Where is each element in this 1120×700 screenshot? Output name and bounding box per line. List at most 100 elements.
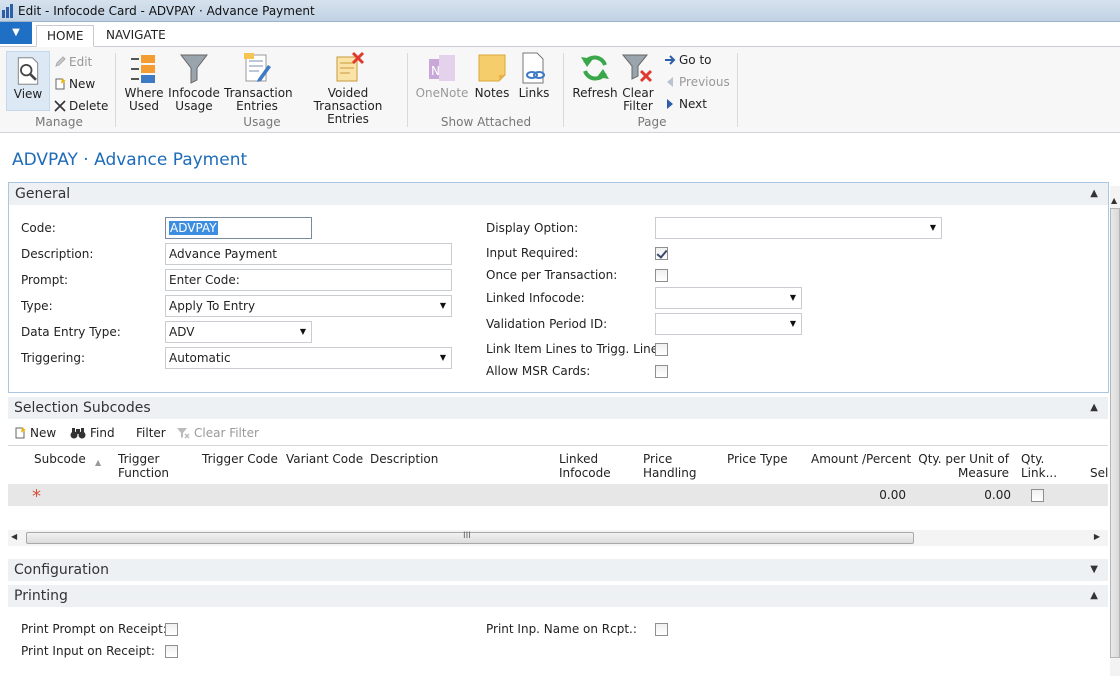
voided-label-1: Voided — [327, 86, 369, 100]
links-button[interactable]: Links — [514, 49, 554, 100]
dropdown-arrow-icon[interactable]: ▼ — [930, 218, 936, 238]
col-amount-percent[interactable]: Amount /Percent — [811, 452, 911, 466]
type-select[interactable]: Apply To Entry ▼ — [165, 295, 452, 317]
once-per-transaction-checkbox[interactable] — [655, 269, 668, 282]
data-entry-type-select[interactable]: ADV ▼ — [165, 321, 312, 343]
tab-navigate[interactable]: NAVIGATE — [96, 25, 176, 47]
table-row[interactable]: * 0.00 0.00 — [8, 484, 1108, 507]
subcode-new-button[interactable]: New — [14, 426, 56, 440]
delete-button[interactable]: Delete — [54, 99, 108, 113]
infocode-usage-button[interactable]: Infocode Usage — [168, 49, 220, 113]
where-used-button[interactable]: Where Used — [122, 49, 166, 113]
col-subcode[interactable]: Subcode — [34, 452, 86, 466]
linked-infocode-select[interactable]: ▼ — [655, 287, 802, 309]
allow-msr-checkbox[interactable] — [655, 365, 668, 378]
voided-entries-icon — [336, 51, 365, 82]
scroll-left-icon[interactable]: ◀ — [11, 532, 17, 541]
collapse-icon[interactable]: ▲ — [1090, 183, 1098, 205]
refresh-icon — [581, 55, 609, 81]
col-qty-per-unit-1: Qty. per Unit of — [918, 452, 1009, 466]
code-field[interactable]: ADVPAY — [165, 217, 312, 239]
triggering-label: Triggering: — [21, 351, 85, 365]
triggering-select[interactable]: Automatic ▼ — [165, 347, 452, 369]
transaction-entries-label-1: Transaction — [224, 86, 293, 100]
expand-icon[interactable]: ▼ — [1090, 559, 1098, 581]
tab-home[interactable]: HOME — [36, 25, 95, 47]
col-trigger-function[interactable]: Trigger Function — [118, 452, 169, 480]
subcode-clear-filter-label: Clear Filter — [194, 426, 259, 440]
dropdown-arrow-icon[interactable]: ▼ — [300, 322, 306, 342]
col-price-handling[interactable]: Price Handling — [643, 452, 697, 480]
clear-filter-button[interactable]: Clear Filter — [620, 49, 656, 113]
qty-per-unit-cell[interactable]: 0.00 — [908, 488, 1011, 502]
scroll-up-icon[interactable]: ▲ — [1111, 196, 1117, 205]
transaction-entries-icon — [244, 53, 271, 82]
new-button[interactable]: New — [54, 77, 95, 91]
col-select[interactable]: Sele — [1090, 466, 1108, 480]
edit-button[interactable]: Edit — [54, 55, 92, 69]
validation-period-select[interactable]: ▼ — [655, 313, 802, 335]
subcode-filter-button[interactable]: Filter — [136, 426, 166, 440]
scrollbar-thumb[interactable]: III — [26, 531, 914, 544]
scrollbar-thumb[interactable] — [1110, 208, 1120, 658]
notes-label: Notes — [474, 86, 510, 100]
col-price-handling-1: Price — [643, 452, 673, 466]
printing-header[interactable]: Printing ▲ — [8, 585, 1108, 607]
collapse-icon[interactable]: ▲ — [1090, 397, 1098, 419]
col-price-type[interactable]: Price Type — [727, 452, 788, 466]
display-option-select[interactable]: ▼ — [655, 217, 942, 239]
prompt-field[interactable]: Enter Code: — [165, 269, 452, 291]
scroll-right-icon[interactable]: ▶ — [1094, 532, 1100, 541]
refresh-button[interactable]: Refresh — [570, 49, 620, 100]
group-label-show-attached: Show Attached — [440, 115, 532, 129]
col-description[interactable]: Description — [370, 452, 438, 466]
general-header[interactable]: General ▲ — [9, 183, 1108, 205]
links-label: Links — [518, 86, 550, 100]
print-input-checkbox[interactable] — [165, 645, 178, 658]
transaction-entries-button[interactable]: Transaction Entries — [224, 49, 293, 113]
print-prompt-checkbox[interactable] — [165, 623, 178, 636]
col-linked-infocode[interactable]: Linked Infocode — [559, 452, 611, 480]
qty-link-checkbox[interactable] — [1031, 489, 1044, 502]
link-item-lines-checkbox[interactable] — [655, 343, 668, 356]
ribbon-group-usage: Where Used Infocode Usage Transaction Entri… — [118, 49, 406, 131]
col-trigger-code[interactable]: Trigger Code — [202, 452, 278, 466]
next-button[interactable]: Next — [664, 97, 707, 111]
input-required-checkbox[interactable] — [655, 247, 668, 260]
description-field[interactable]: Advance Payment — [165, 243, 452, 265]
collapse-icon[interactable]: ▲ — [1090, 585, 1098, 607]
print-inp-name-checkbox[interactable] — [655, 623, 668, 636]
subcode-new-label: New — [30, 426, 57, 440]
onenote-button[interactable]: N OneNote — [414, 49, 470, 100]
dropdown-arrow-icon[interactable]: ▼ — [440, 296, 446, 316]
col-trigger-function-2: Function — [118, 466, 170, 480]
where-used-icon — [131, 55, 155, 83]
once-per-transaction-label: Once per Transaction: — [486, 268, 618, 282]
subcode-clear-filter-button[interactable]: Clear Filter — [176, 426, 259, 440]
horizontal-scrollbar[interactable]: ◀ III ▶ — [8, 530, 1108, 546]
group-label-page: Page — [637, 115, 667, 129]
subcode-find-label: Find — [90, 426, 115, 440]
selection-subcodes-label: Selection Subcodes — [14, 400, 151, 416]
col-qty-link[interactable]: Qty. Link... — [1021, 452, 1057, 480]
goto-button[interactable]: Go to — [664, 53, 712, 67]
amount-percent-cell[interactable]: 0.00 — [808, 488, 906, 502]
dropdown-arrow-icon[interactable]: ▼ — [790, 314, 796, 334]
dropdown-arrow-icon[interactable]: ▼ — [790, 288, 796, 308]
dropdown-arrow-icon[interactable]: ▼ — [440, 348, 446, 368]
link-item-lines-label: Link Item Lines to Trigg. Line: — [486, 342, 663, 356]
application-menu-button[interactable]: ▼ — [0, 22, 32, 44]
configuration-header[interactable]: Configuration ▼ — [8, 559, 1108, 581]
selection-subcodes-header[interactable]: Selection Subcodes ▲ — [8, 397, 1108, 419]
ribbon: View Edit New Delete Manage Where Used In… — [0, 47, 1120, 133]
validation-period-label: Validation Period ID: — [486, 317, 608, 331]
view-button[interactable]: View — [6, 51, 50, 111]
vertical-scrollbar[interactable]: ▲ — [1110, 186, 1120, 676]
previous-button[interactable]: Previous — [664, 75, 730, 89]
notes-button[interactable]: Notes — [472, 49, 512, 100]
col-variant-code[interactable]: Variant Code — [286, 452, 363, 466]
infocode-usage-label-1: Infocode — [168, 86, 220, 100]
group-label-manage: Manage — [35, 115, 83, 129]
subcode-find-button[interactable]: Find — [70, 426, 115, 440]
col-qty-per-unit[interactable]: Qty. per Unit of Measure — [908, 452, 1009, 480]
